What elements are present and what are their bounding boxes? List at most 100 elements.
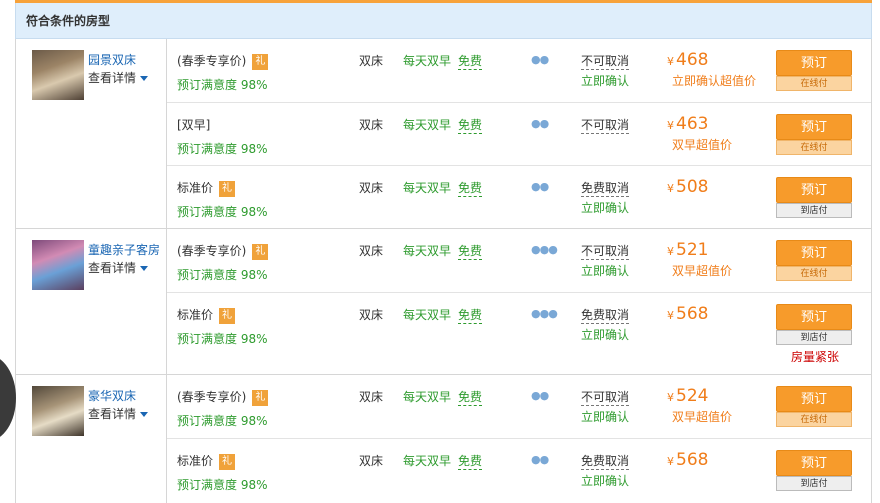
cancel-policy[interactable]: 免费取消 [581,452,630,470]
rate-row: [双早] 预订满意度 98% 双床 每天双早 免费 ●● 不可取消 ¥463 双… [167,102,871,165]
cancel-policy[interactable]: 免费取消 [581,306,630,324]
view-details-link[interactable]: 查看详情 [88,259,149,276]
occupancy-icon: ●● [531,117,549,130]
satisfaction: 预订满意度 98% [177,142,268,156]
confirm-status: 立即确认 [581,474,630,488]
room-table: 园景双床 查看详情 (春季专享价) 礼 预订满意度 98% 双床 每天双早 免费 … [15,39,872,503]
chevron-down-icon [140,412,149,417]
room-photo[interactable] [32,240,84,290]
breakfast: 每天双早 [403,454,452,468]
book-button[interactable]: 预订 [776,240,852,266]
occupancy-icon: ●● [531,53,549,66]
rate-row: 标准价礼 预订满意度 98% 双床 每天双早 免费 ●● 免费取消 立即确认 ¥… [167,438,871,501]
cancel-policy[interactable]: 不可取消 [581,242,630,260]
book-button[interactable]: 预订 [776,304,852,330]
rate-plan: (春季专享价) 礼 [177,52,269,70]
bed-type: 双床 [359,390,384,404]
wifi[interactable]: 免费 [458,306,483,324]
room-info: 豪华双床 查看详情 [16,375,167,503]
book-button[interactable]: 预订 [776,450,852,476]
book-button[interactable]: 预订 [776,114,852,140]
gift-icon[interactable]: 礼 [219,307,236,324]
bed-type: 双床 [359,244,384,258]
cancel-policy[interactable]: 不可取消 [581,388,630,406]
gift-icon[interactable]: 礼 [252,53,269,70]
header-title: 符合条件的房型 [26,14,111,28]
pay-type-tag: 在线付 [776,76,852,91]
occupancy-icon: ●● [531,389,549,402]
room-group-garden-twin: 园景双床 查看详情 (春季专享价) 礼 预订满意度 98% 双床 每天双早 免费 … [16,39,871,229]
rate-plan: (春季专享价) 礼 [177,242,269,260]
cancel-policy[interactable]: 不可取消 [581,52,630,70]
bed-type: 双床 [359,54,384,68]
wifi[interactable]: 免费 [458,52,483,70]
view-details-label: 查看详情 [88,71,137,85]
breakfast: 每天双早 [403,244,452,258]
promo-label: 双早超值价 [672,410,733,424]
promo-label: 双早超值价 [672,138,733,152]
breakfast: 每天双早 [403,118,452,132]
wifi[interactable]: 免费 [458,242,483,260]
room-photo[interactable] [32,50,84,100]
pay-type-tag: 在线付 [776,266,852,281]
pay-type-tag: 到店付 [776,203,852,218]
chevron-down-icon [140,76,149,81]
rate-plan: (春季专享价) 礼 [177,388,269,406]
price: ¥468 [667,50,709,70]
breakfast: 每天双早 [403,308,452,322]
pay-type-tag: 在线付 [776,412,852,427]
occupancy-icon: ●● [531,453,549,466]
gift-icon[interactable]: 礼 [252,389,269,406]
room-list-header: 符合条件的房型 [15,3,872,39]
gift-icon[interactable]: 礼 [219,453,236,470]
room-name-link[interactable]: 童趣亲子客房 [88,241,160,258]
room-name-link[interactable]: 园景双床 [88,51,136,68]
wifi[interactable]: 免费 [458,179,483,197]
gift-icon[interactable]: 礼 [252,243,269,260]
bed-type: 双床 [359,118,384,132]
view-details-label: 查看详情 [88,261,137,275]
wifi[interactable]: 免费 [458,452,483,470]
price: ¥568 [667,304,709,324]
promo-label: 立即确认超值价 [672,74,757,88]
wifi[interactable]: 免费 [458,388,483,406]
wifi[interactable]: 免费 [458,116,483,134]
breakfast: 每天双早 [403,54,452,68]
room-info: 园景双床 查看详情 [16,39,167,228]
occupancy-icon: ●● [531,180,549,193]
view-details-link[interactable]: 查看详情 [88,69,149,86]
rate-row: 标准价礼 预订满意度 98% 双床 每天双早 免费 ●●● 免费取消 立即确认 … [167,292,871,375]
low-availability-note: 房量紧张 [791,350,840,364]
satisfaction: 预订满意度 98% [177,205,268,219]
rate-row: 标准价礼 预订满意度 98% 双床 每天双早 免费 ●● 免费取消 立即确认 ¥… [167,165,871,228]
rate-plan: 标准价礼 [177,306,236,324]
confirm-status: 立即确认 [581,201,630,215]
room-group-deluxe-twin: 豪华双床 查看详情 (春季专享价) 礼 预订满意度 98% 双床 每天双早 免费 … [16,375,871,503]
room-name-link[interactable]: 豪华双床 [88,387,136,404]
book-button[interactable]: 预订 [776,177,852,203]
gift-icon[interactable]: 礼 [219,180,236,197]
cancel-policy[interactable]: 免费取消 [581,179,630,197]
rate-plan: 标准价礼 [177,179,236,197]
rate-row: (春季专享价) 礼 预订满意度 98% 双床 每天双早 免费 ●● 不可取消 立即… [167,375,871,438]
view-details-link[interactable]: 查看详情 [88,405,149,422]
occupancy-icon: ●●● [531,243,558,256]
side-scroll-handle[interactable] [0,355,16,441]
price: ¥524 [667,386,709,406]
pay-type-tag: 到店付 [776,330,852,345]
confirm-status: 立即确认 [581,410,630,424]
book-button[interactable]: 预订 [776,386,852,412]
chevron-down-icon [140,266,149,271]
book-button[interactable]: 预订 [776,50,852,76]
price: ¥521 [667,240,709,260]
satisfaction: 预订满意度 98% [177,78,268,92]
cancel-policy[interactable]: 不可取消 [581,116,630,134]
rate-row: (春季专享价) 礼 预订满意度 98% 双床 每天双早 免费 ●●● 不可取消 立… [167,229,871,292]
satisfaction: 预订满意度 98% [177,332,268,346]
breakfast: 每天双早 [403,181,452,195]
room-photo[interactable] [32,386,84,436]
pay-type-tag: 到店付 [776,476,852,491]
price: ¥568 [667,450,709,470]
room-info: 童趣亲子客房 查看详情 [16,229,167,374]
satisfaction: 预订满意度 98% [177,268,268,282]
